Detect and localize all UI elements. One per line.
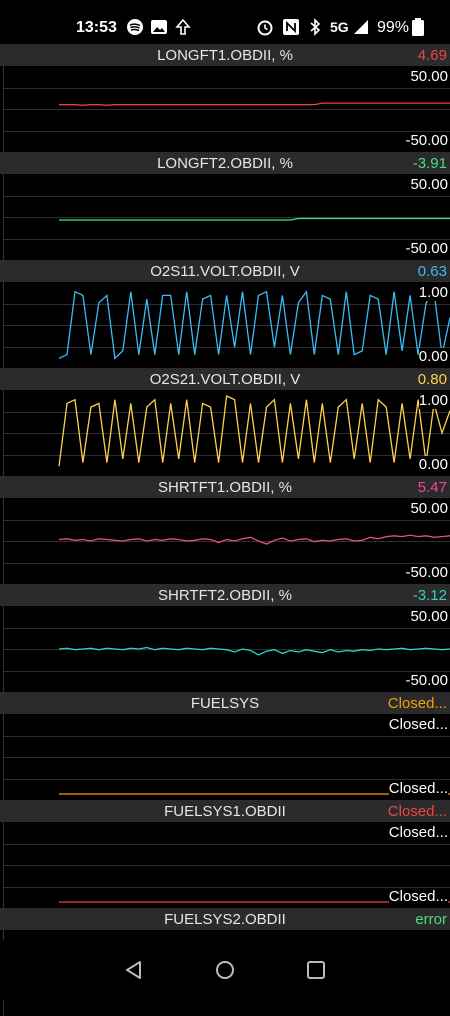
gauge-panel-o2s11[interactable]: O2S11.VOLT.OBDII, V 0.63 1.00 0.00 <box>0 260 450 368</box>
panel-header[interactable]: SHRTFT2.OBDII, % -3.12 <box>0 584 450 606</box>
axis-min-label: Closed... <box>388 888 448 905</box>
series-plot <box>58 289 450 360</box>
current-value: 5.47 <box>417 479 447 496</box>
gauge-panel-longft1[interactable]: LONGFT1.OBDII, % 4.69 50.00 -50.00 <box>0 44 450 152</box>
panel-header[interactable]: LONGFT2.OBDII, % -3.91 <box>0 152 450 174</box>
chart-area[interactable]: 50.00 -50.00 <box>3 66 450 152</box>
series-plot <box>59 217 450 221</box>
series-plot <box>58 534 450 545</box>
status-bar: 13:53 5G 99% <box>0 0 450 44</box>
panel-title: FUELSYS2.OBDII <box>164 911 286 928</box>
axis-max-label: 1.00 <box>418 392 448 409</box>
network-label: 5G <box>330 19 349 35</box>
axis-min-label: 0.00 <box>418 348 448 365</box>
current-value: Closed... <box>387 803 447 820</box>
panel-title: FUELSYS <box>190 695 260 712</box>
axis-max-label: 50.00 <box>410 68 448 85</box>
alarm-icon <box>257 20 273 36</box>
gauge-panel-shrtft2[interactable]: SHRTFT2.OBDII, % -3.12 50.00 -50.00 <box>0 584 450 692</box>
panel-title: LONGFT1.OBDII, % <box>157 47 293 64</box>
back-icon[interactable] <box>122 958 146 982</box>
series-plot <box>58 646 450 656</box>
axis-min-label: Closed... <box>388 780 448 797</box>
panel-title: O2S21.VOLT.OBDII, V <box>149 371 301 388</box>
gauge-panel-fuelsys[interactable]: FUELSYS Closed... Closed... Closed... <box>0 692 450 800</box>
chart-area[interactable]: 1.00 0.00 <box>3 282 450 368</box>
recents-icon[interactable] <box>304 958 328 982</box>
bluetooth-icon <box>310 18 321 36</box>
axis-min-label: 0.00 <box>418 456 448 473</box>
panel-title: O2S11.VOLT.OBDII, V <box>150 263 300 280</box>
axis-max-label: Closed... <box>388 716 448 733</box>
current-value: error <box>415 911 447 928</box>
current-value: -3.91 <box>412 155 447 172</box>
series-plot <box>59 102 450 106</box>
chart-area[interactable]: Closed... Closed... <box>3 714 450 800</box>
series-line <box>58 289 450 360</box>
axis-min-label: -50.00 <box>405 132 448 149</box>
gauge-panel-o2s21[interactable]: O2S21.VOLT.OBDII, V 0.80 1.00 0.00 <box>0 368 450 476</box>
chart-area[interactable]: 50.00 -50.00 <box>3 606 450 692</box>
spotify-icon <box>127 19 143 35</box>
current-value: 0.63 <box>417 263 447 280</box>
series-line <box>58 534 450 545</box>
nfc-icon <box>283 19 299 35</box>
panel-header[interactable]: O2S21.VOLT.OBDII, V 0.80 <box>0 368 450 390</box>
gauge-panel-shrtft1[interactable]: SHRTFT1.OBDII, % 5.47 50.00 -50.00 <box>0 476 450 584</box>
current-value: 0.80 <box>417 371 447 388</box>
panel-header[interactable]: FUELSYS Closed... <box>0 692 450 714</box>
series-line <box>59 217 450 221</box>
series-plot <box>59 901 450 903</box>
series-line <box>59 102 450 106</box>
axis-max-label: 50.00 <box>410 500 448 517</box>
series-line <box>58 646 450 656</box>
axis-max-label: 1.00 <box>418 284 448 301</box>
chart-area[interactable]: 1.00 0.00 <box>3 390 450 476</box>
navigation-bar <box>0 940 450 1000</box>
signal-icon <box>354 20 368 34</box>
series-line <box>58 395 450 467</box>
panel-title: LONGFT2.OBDII, % <box>157 155 293 172</box>
axis-max-label: Closed... <box>388 824 448 841</box>
chart-area[interactable]: 50.00 -50.00 <box>3 174 450 260</box>
current-value: Closed... <box>387 695 447 712</box>
panel-title: SHRTFT1.OBDII, % <box>158 479 292 496</box>
tree-icon <box>175 18 191 35</box>
series-plot <box>58 395 450 467</box>
battery-level: 99% <box>377 19 410 36</box>
panel-header[interactable]: FUELSYS2.OBDII error <box>0 908 450 930</box>
panel-header[interactable]: FUELSYS1.OBDII Closed... <box>0 800 450 822</box>
series-plot <box>59 793 450 795</box>
axis-min-label: -50.00 <box>405 240 448 257</box>
battery-icon <box>412 18 424 36</box>
gauge-panel-longft2[interactable]: LONGFT2.OBDII, % -3.91 50.00 -50.00 <box>0 152 450 260</box>
panel-header[interactable]: O2S11.VOLT.OBDII, V 0.63 <box>0 260 450 282</box>
gauge-panel-fuelsys1[interactable]: FUELSYS1.OBDII Closed... Closed... Closed..… <box>0 800 450 908</box>
chart-area[interactable]: 50.00 -50.00 <box>3 498 450 584</box>
axis-max-label: 50.00 <box>410 176 448 193</box>
axis-max-label: 50.00 <box>410 608 448 625</box>
chart-area[interactable]: Closed... Closed... <box>3 822 450 908</box>
axis-min-label: -50.00 <box>405 564 448 581</box>
current-value: -3.12 <box>412 587 447 604</box>
gallery-icon <box>151 20 167 34</box>
current-value: 4.69 <box>417 47 447 64</box>
panel-title: FUELSYS1.OBDII <box>164 803 286 820</box>
home-icon[interactable] <box>213 958 237 982</box>
panel-header[interactable]: LONGFT1.OBDII, % 4.69 <box>0 44 450 66</box>
axis-min-label: -50.00 <box>405 672 448 689</box>
status-time: 13:53 <box>76 19 117 36</box>
panel-title: SHRTFT2.OBDII, % <box>158 587 292 604</box>
panel-header[interactable]: SHRTFT1.OBDII, % 5.47 <box>0 476 450 498</box>
